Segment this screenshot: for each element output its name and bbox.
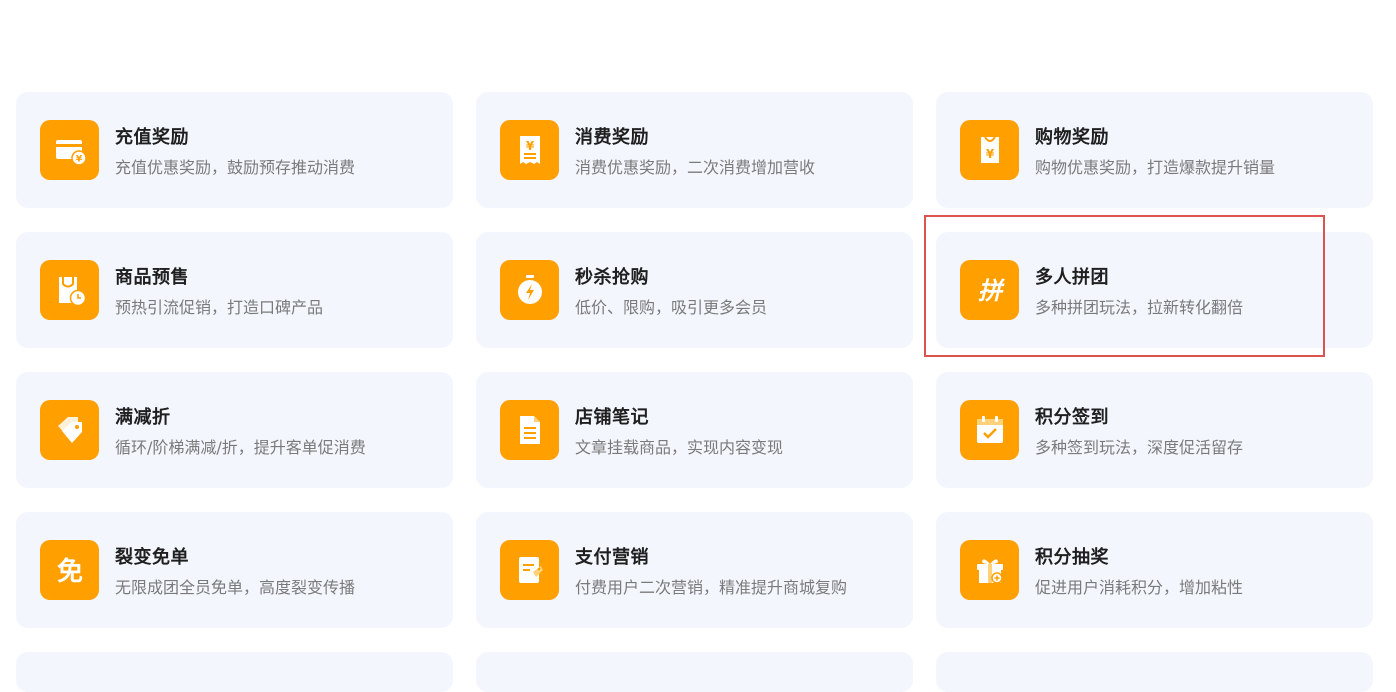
pin-glyph-icon: 拼 xyxy=(960,260,1019,320)
card-title: 多人拼团 xyxy=(1035,267,1109,288)
card-consumption-reward[interactable]: ¥ 消费奖励 消费优惠奖励，二次消费增加营收 xyxy=(476,92,913,208)
card-group-buy[interactable]: 拼 多人拼团 多种拼团玩法，拉新转化翻倍 xyxy=(936,232,1373,348)
card-description: 多种拼团玩法，拉新转化翻倍 xyxy=(1035,298,1244,317)
card-title: 支付营销 xyxy=(575,547,649,568)
card-description: 购物优惠奖励，打造爆款提升销量 xyxy=(1035,158,1276,177)
wallet-yen-icon: ¥ xyxy=(40,120,99,180)
card-title: 积分签到 xyxy=(1035,407,1109,428)
card-description: 循环/阶梯满减/折，提升客单促消费 xyxy=(115,438,366,457)
card-shopping-reward[interactable]: ¥ 购物奖励 购物优惠奖励，打造爆款提升销量 xyxy=(936,92,1373,208)
card-description: 预热引流促销，打造口碑产品 xyxy=(115,298,324,317)
card-title: 店铺笔记 xyxy=(575,407,649,428)
card-description: 付费用户二次营销，精准提升商城复购 xyxy=(575,578,848,597)
card-title: 积分抽奖 xyxy=(1035,547,1109,568)
marketing-tools-grid: ¥ 充值奖励 充值优惠奖励，鼓励预存推动消费 ¥ 消费奖励 消费优惠奖励，二次消… xyxy=(16,92,1374,692)
card-title: 购物奖励 xyxy=(1035,127,1109,148)
card-title: 满减折 xyxy=(115,407,171,428)
document-icon xyxy=(500,400,559,460)
card-title: 秒杀抢购 xyxy=(575,267,649,288)
card-title: 裂变免单 xyxy=(115,547,189,568)
gift-icon xyxy=(960,540,1019,600)
svg-text:拼: 拼 xyxy=(978,277,1005,305)
card-points-lottery[interactable]: 积分抽奖 促进用户消耗积分，增加粘性 xyxy=(936,512,1373,628)
calendar-check-icon xyxy=(960,400,1019,460)
card-points-checkin[interactable]: 积分签到 多种签到玩法，深度促活留存 xyxy=(936,372,1373,488)
card-description: 多种签到玩法，深度促活留存 xyxy=(1035,438,1244,457)
card-title: 充值奖励 xyxy=(115,127,189,148)
svg-text:免: 免 xyxy=(56,556,82,587)
svg-text:¥: ¥ xyxy=(525,139,534,153)
svg-text:¥: ¥ xyxy=(75,155,82,165)
pay-document-icon xyxy=(500,540,559,600)
card-flash-sale[interactable]: 秒杀抢购 低价、限购，吸引更多会员 xyxy=(476,232,913,348)
card-title: 消费奖励 xyxy=(575,127,649,148)
card-fission-free[interactable]: 免 裂变免单 无限成团全员免单，高度裂变传播 xyxy=(16,512,453,628)
card-title: 商品预售 xyxy=(115,267,189,288)
card-payment-marketing[interactable]: 支付营销 付费用户二次营销，精准提升商城复购 xyxy=(476,512,913,628)
card-description: 促进用户消耗积分，增加粘性 xyxy=(1035,578,1244,597)
bag-yen-icon: ¥ xyxy=(960,120,1019,180)
svg-text:¥: ¥ xyxy=(985,147,994,161)
card-description: 低价、限购，吸引更多会员 xyxy=(575,298,768,317)
card-presale[interactable]: 商品预售 预热引流促销，打造口碑产品 xyxy=(16,232,453,348)
card-description: 无限成团全员免单，高度裂变传播 xyxy=(115,578,356,597)
card-description: 充值优惠奖励，鼓励预存推动消费 xyxy=(115,158,356,177)
card-store-notes[interactable]: 店铺笔记 文章挂载商品，实现内容变现 xyxy=(476,372,913,488)
mian-glyph-icon: 免 xyxy=(40,540,99,600)
card-partial[interactable] xyxy=(476,652,913,692)
card-recharge-reward[interactable]: ¥ 充值奖励 充值优惠奖励，鼓励预存推动消费 xyxy=(16,92,453,208)
card-description: 文章挂载商品，实现内容变现 xyxy=(575,438,784,457)
card-discount[interactable]: 满减折 循环/阶梯满减/折，提升客单促消费 xyxy=(16,372,453,488)
bag-clock-icon xyxy=(40,260,99,320)
tags-icon xyxy=(40,400,99,460)
card-description: 消费优惠奖励，二次消费增加营收 xyxy=(575,158,816,177)
card-partial[interactable] xyxy=(936,652,1373,692)
receipt-yen-icon: ¥ xyxy=(500,120,559,180)
stopwatch-icon xyxy=(500,260,559,320)
card-partial[interactable] xyxy=(16,652,453,692)
